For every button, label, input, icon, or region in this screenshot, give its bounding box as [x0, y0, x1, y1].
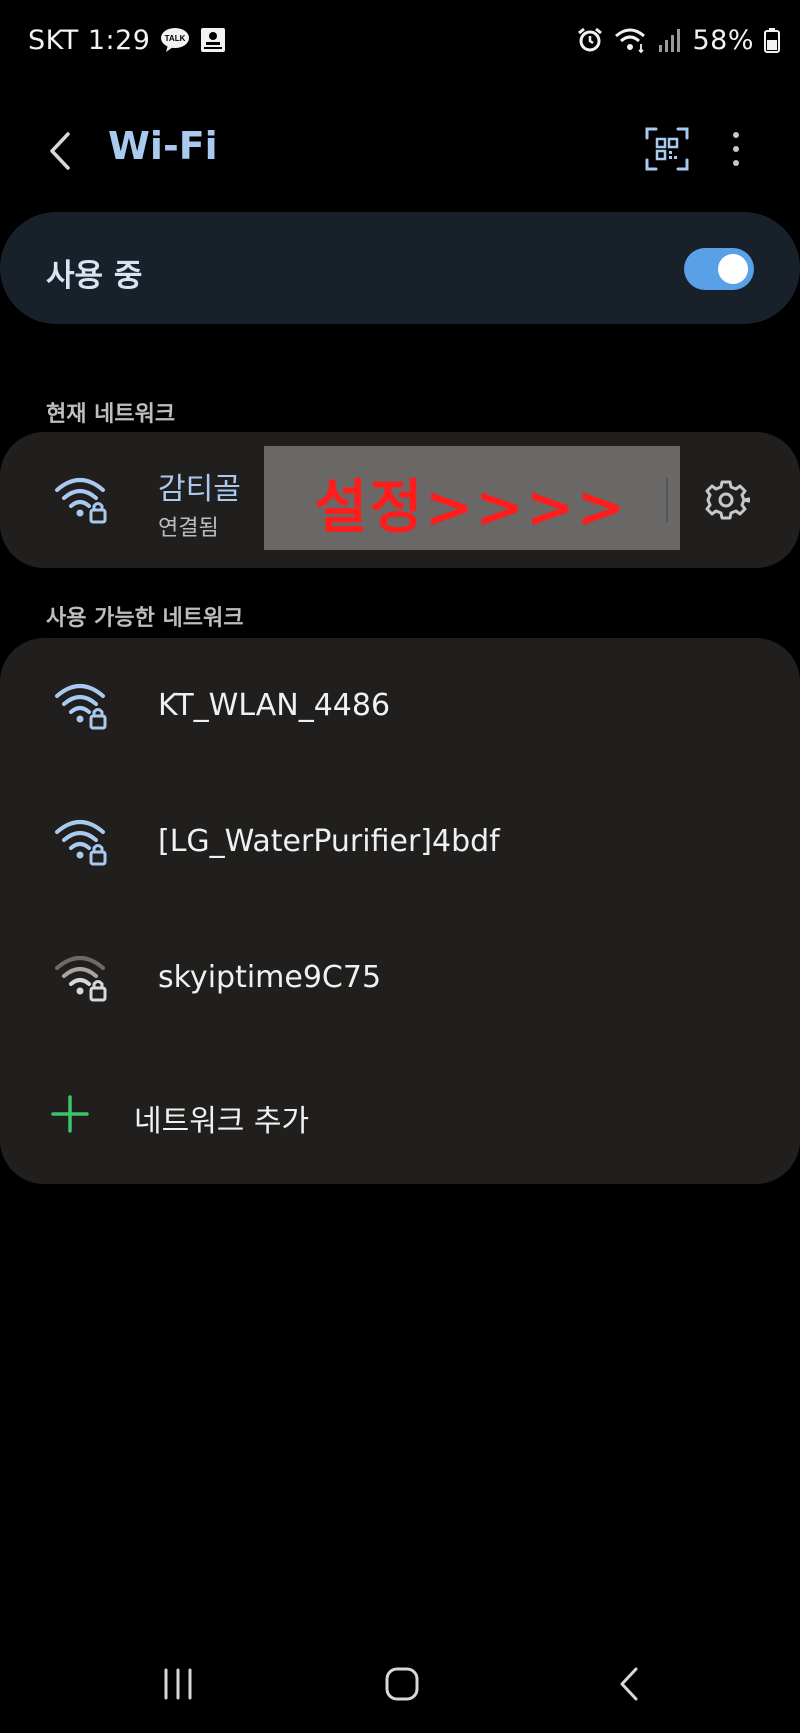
network-name: skyiptime9C75: [158, 960, 382, 995]
wifi-lock-icon: [55, 956, 107, 1002]
network-name: [LG_WaterPurifier]4bdf: [158, 824, 500, 859]
kakaotalk-icon: TALK: [161, 28, 190, 52]
add-network-button[interactable]: [0, 1048, 800, 1180]
chevron-left-icon: [50, 132, 70, 170]
dot-icon: [733, 146, 739, 152]
qr-code-icon: [645, 127, 689, 171]
svg-text:TALK: TALK: [165, 34, 186, 43]
battery-percent: 58%: [692, 24, 754, 56]
page-title: Wi-Fi: [108, 124, 218, 168]
current-network-heading: 현재 네트워크: [46, 402, 176, 427]
wifi-toggle-label: 사용 중: [46, 258, 143, 294]
gear-icon: [705, 480, 751, 520]
add-network-label: 네트워크 추가: [134, 1104, 310, 1139]
annotation-text: 설정>>>>: [314, 473, 628, 541]
network-settings-button[interactable]: [702, 476, 751, 524]
carrier-time: SKT 1:29: [28, 24, 151, 56]
qr-scan-button[interactable]: [644, 126, 690, 172]
network-list-item[interactable]: [0, 910, 800, 1046]
network-name: KT_WLAN_4486: [158, 688, 391, 723]
alarm-icon: [578, 27, 603, 52]
status-bar-left: SKT 1:29 TALK: [28, 20, 226, 60]
status-bar-right: 58%: [576, 20, 780, 60]
wifi-lock-icon: [55, 478, 107, 524]
wifi-status-icon: [615, 28, 646, 54]
wifi-switch[interactable]: [684, 248, 754, 290]
divider: [666, 478, 668, 522]
wifi-lock-icon: [55, 820, 107, 866]
switch-knob: [718, 254, 748, 284]
recent-apps-icon[interactable]: [160, 1666, 196, 1702]
dot-icon: [733, 132, 739, 138]
battery-icon: [764, 28, 780, 53]
plus-icon: [51, 1095, 89, 1133]
network-list-item[interactable]: [0, 638, 800, 774]
current-network-status: 연결됨: [158, 516, 219, 541]
dot-icon: [733, 160, 739, 166]
contact-card-icon: [201, 28, 226, 52]
available-networks-heading: 사용 가능한 네트워크: [46, 606, 244, 631]
wifi-lock-icon: [55, 684, 107, 730]
cell-signal-icon: [659, 29, 681, 52]
home-icon[interactable]: [382, 1664, 422, 1704]
back-button[interactable]: [40, 125, 80, 177]
nav-back-icon[interactable]: [614, 1666, 644, 1702]
annotation-overlay: 설정>>>>: [264, 446, 680, 550]
current-network-name: 감티골: [158, 472, 241, 507]
more-options-button[interactable]: [716, 126, 756, 172]
